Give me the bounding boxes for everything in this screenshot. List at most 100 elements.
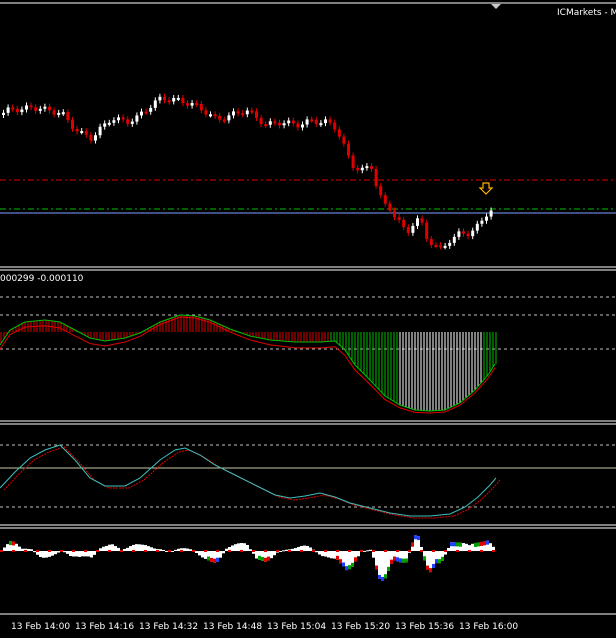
hist-bar — [30, 549, 33, 551]
hist-bar — [195, 551, 198, 554]
candle-body — [52, 110, 56, 115]
macd-values-label: 000299 -0.000110 — [0, 274, 84, 284]
hist-accent — [210, 557, 213, 562]
hist-accent — [387, 566, 390, 571]
candle-body — [406, 227, 410, 233]
hist-bar — [126, 547, 129, 551]
hist-accent — [438, 559, 441, 564]
candle-body — [6, 107, 10, 113]
hist-accent — [441, 556, 444, 561]
hist-bar — [114, 546, 117, 551]
hist-accent — [402, 558, 405, 563]
candle-body — [255, 111, 258, 118]
candle-body — [379, 185, 383, 196]
candle-body — [186, 103, 189, 106]
hist-accent — [261, 556, 264, 561]
hist-accent — [345, 566, 348, 571]
hist-accent — [432, 563, 435, 568]
hist-accent — [474, 542, 477, 547]
hist-zero-mark — [300, 550, 303, 552]
candle-body — [29, 105, 33, 108]
candle-body — [466, 233, 470, 237]
hist-bar — [384, 551, 387, 579]
hist-accent — [342, 562, 345, 567]
hist-zero-mark — [180, 550, 183, 552]
osc-main-cyan-line — [0, 444, 497, 517]
hist-accent — [450, 542, 453, 547]
hist-bar — [15, 543, 18, 551]
hist-bar — [153, 548, 156, 551]
scroll-triangle-icon[interactable] — [491, 4, 501, 9]
candle-body — [163, 96, 166, 101]
hist-zero-mark — [372, 550, 375, 552]
hist-accent — [381, 577, 384, 581]
hist-zero-mark — [0, 550, 3, 552]
candle-body — [393, 210, 396, 218]
candle-body — [130, 121, 134, 124]
hist-accent — [378, 574, 381, 579]
hist-bar — [186, 548, 189, 551]
hist-bar — [141, 544, 144, 551]
hist-zero-mark — [444, 550, 447, 552]
candle-body — [301, 124, 304, 128]
candle-body — [475, 223, 479, 231]
hist-bar — [117, 547, 120, 551]
time-label-1600: 13 Feb 16:00 — [459, 622, 518, 632]
hist-zero-mark — [204, 550, 207, 552]
candle-body — [172, 98, 176, 102]
hist-bar — [318, 551, 321, 555]
price-pane[interactable]: ICMarkets - M — [0, 2, 616, 268]
hist-bar — [366, 550, 369, 552]
candle-body — [439, 245, 442, 248]
candle-body — [94, 135, 97, 141]
hist-bar — [63, 551, 66, 553]
candle-body — [135, 115, 139, 122]
hist-bar — [3, 547, 6, 551]
hist-zero-mark — [360, 550, 363, 552]
hist-accent — [267, 556, 270, 561]
candle-body — [190, 103, 194, 106]
hist-zero-mark — [24, 550, 27, 552]
candle-body — [448, 242, 452, 246]
candle-body — [20, 109, 24, 113]
hist-bar — [159, 549, 162, 551]
oscillator-pane[interactable] — [0, 423, 616, 526]
candle-body — [360, 167, 364, 171]
hist-zero-mark — [288, 550, 291, 552]
candle-body — [98, 126, 102, 136]
hist-bar — [102, 546, 105, 551]
hist-accent — [348, 565, 351, 570]
candle-body — [75, 128, 79, 132]
hist-zero-mark — [144, 550, 147, 552]
candle-body — [351, 155, 355, 168]
candle-body — [462, 231, 465, 234]
hist-bar — [219, 551, 222, 558]
candle-body — [11, 107, 15, 110]
candle-body — [383, 195, 387, 204]
hist-bar — [315, 551, 318, 553]
candle-body — [167, 100, 171, 103]
candle-body — [402, 220, 406, 228]
candle-body — [199, 104, 203, 111]
candle-body — [176, 97, 180, 100]
candle-body — [259, 117, 263, 125]
hist-accent — [384, 574, 387, 579]
candle-body — [181, 97, 185, 104]
hist-bar — [198, 551, 201, 556]
candle-body — [278, 122, 281, 126]
hist-bar — [234, 544, 237, 551]
histogram-pane[interactable] — [0, 527, 616, 615]
trading-chart[interactable]: ICMarkets - M 000299 -0.000110 13 Feb 14… — [0, 0, 616, 638]
candle-body — [126, 119, 130, 124]
candle-body — [117, 117, 120, 121]
candle-body — [264, 124, 268, 127]
hist-bar — [204, 551, 207, 559]
time-label-1416: 13 Feb 14:16 — [75, 622, 134, 632]
candle-body — [388, 203, 392, 211]
broker-label: ICMarkets - M — [557, 8, 616, 18]
candle-body — [222, 119, 226, 122]
hist-bar — [243, 543, 246, 551]
candle-body — [153, 100, 157, 108]
macd-pane[interactable]: 000299 -0.000110 — [0, 269, 616, 422]
hist-accent — [399, 558, 402, 563]
